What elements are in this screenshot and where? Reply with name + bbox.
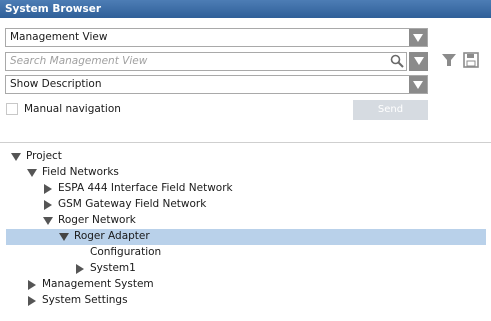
- save-icon: [463, 51, 479, 71]
- tree-node-label: ESPA 444 Interface Field Network: [58, 182, 233, 194]
- save-button[interactable]: [462, 51, 480, 71]
- filter-button[interactable]: [440, 52, 458, 70]
- tree-node-label: Roger Adapter: [74, 230, 150, 242]
- tree-node-label: Field Networks: [42, 166, 119, 178]
- tree-node-roger-adapter[interactable]: Roger Adapter: [0, 229, 491, 245]
- tree-node-system1[interactable]: System1: [0, 261, 491, 277]
- filter-icon: [441, 52, 457, 71]
- view-select-value: Management View: [10, 31, 108, 43]
- expanded-arrow-icon[interactable]: [11, 152, 21, 162]
- tree-node-label: GSM Gateway Field Network: [58, 198, 207, 210]
- chevron-down-icon[interactable]: [409, 29, 427, 46]
- tree-node-label: Management System: [42, 278, 154, 290]
- tree-node-label: Roger Network: [58, 214, 136, 226]
- tree-node-field-networks[interactable]: Field Networks: [0, 165, 491, 181]
- expanded-arrow-icon[interactable]: [59, 232, 69, 242]
- window-title: System Browser: [0, 0, 491, 18]
- chevron-down-icon: [413, 56, 424, 68]
- manual-navigation-label: Manual navigation: [24, 103, 121, 115]
- tree-node-project[interactable]: Project: [0, 149, 491, 165]
- collapsed-arrow-icon[interactable]: [43, 184, 53, 194]
- tree-node-espa-444[interactable]: ESPA 444 Interface Field Network: [0, 181, 491, 197]
- system-tree: Project Field Networks ESPA 444 Interfac…: [0, 149, 491, 309]
- tree-node-configuration[interactable]: Configuration: [0, 245, 491, 261]
- tree-node-label: Configuration: [90, 246, 162, 258]
- search-placeholder: Search Management View: [10, 55, 148, 67]
- tree-node-gsm-gateway[interactable]: GSM Gateway Field Network: [0, 197, 491, 213]
- divider: [0, 142, 491, 143]
- search-input[interactable]: Search Management View: [5, 52, 407, 71]
- description-select[interactable]: Show Description: [5, 75, 428, 94]
- manual-navigation-checkbox[interactable]: [6, 103, 18, 115]
- tree-node-label: Project: [26, 150, 62, 162]
- tree-node-label: System Settings: [42, 294, 128, 306]
- tree-node-label: System1: [90, 262, 136, 274]
- chevron-down-icon[interactable]: [409, 76, 427, 93]
- send-button[interactable]: Send: [353, 100, 428, 120]
- expanded-arrow-icon[interactable]: [27, 168, 37, 178]
- collapsed-arrow-icon[interactable]: [27, 280, 37, 290]
- tree-node-system-settings[interactable]: System Settings: [0, 293, 491, 309]
- expanded-arrow-icon[interactable]: [43, 216, 53, 226]
- collapsed-arrow-icon[interactable]: [75, 264, 85, 274]
- view-select[interactable]: Management View: [5, 28, 428, 47]
- tree-node-roger-network[interactable]: Roger Network: [0, 213, 491, 229]
- search-options-button[interactable]: [409, 52, 428, 71]
- description-select-value: Show Description: [10, 78, 102, 90]
- search-icon[interactable]: [390, 54, 404, 71]
- collapsed-arrow-icon[interactable]: [43, 200, 53, 210]
- collapsed-arrow-icon[interactable]: [27, 296, 37, 306]
- tree-node-management-system[interactable]: Management System: [0, 277, 491, 293]
